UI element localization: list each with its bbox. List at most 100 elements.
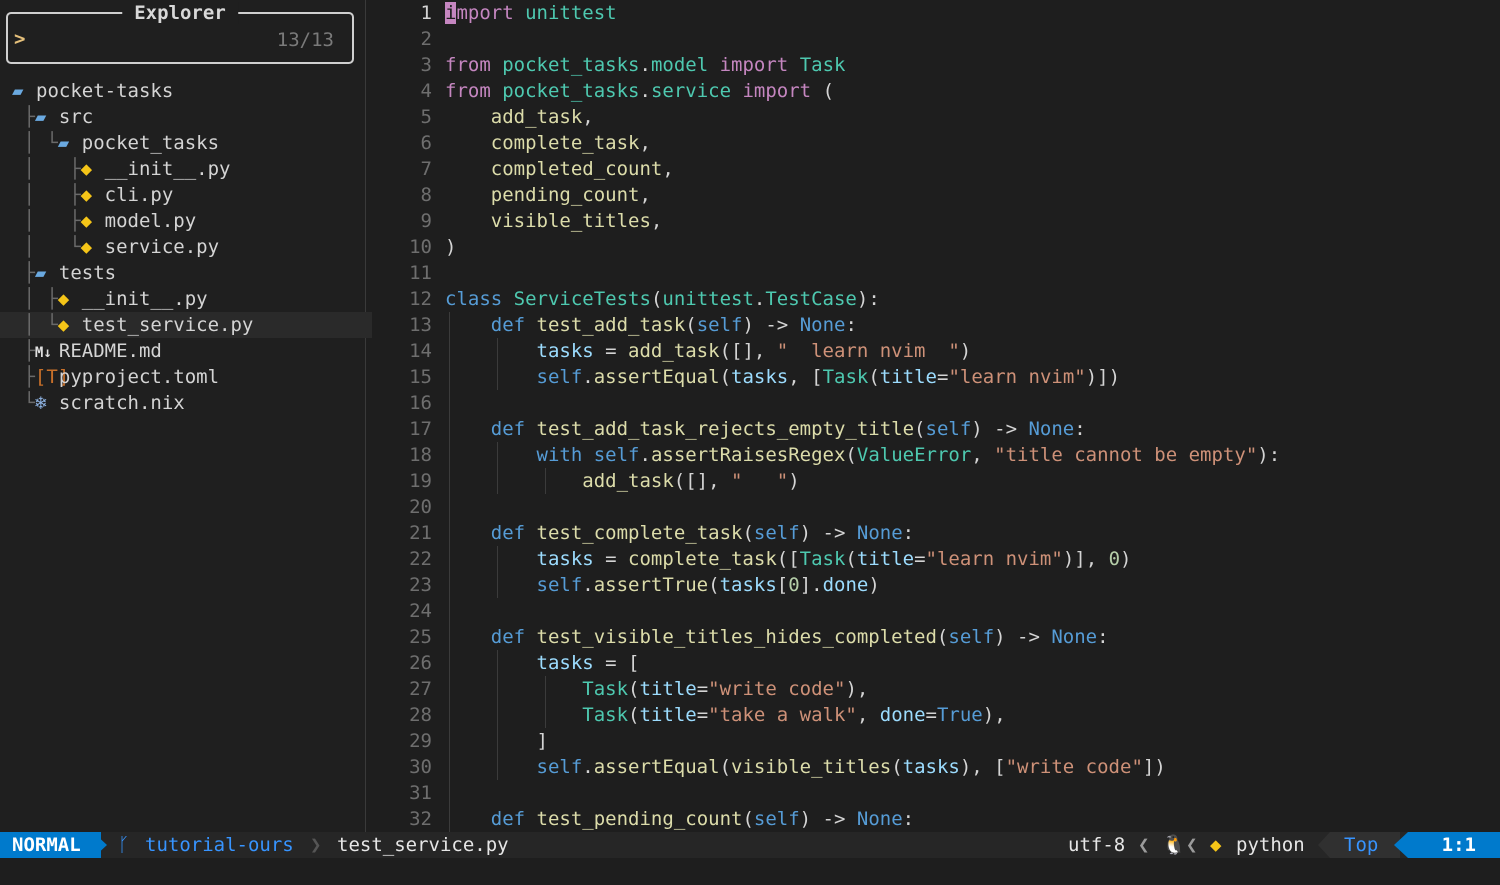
code-token: test_visible_titles_hides_completed bbox=[536, 626, 937, 648]
code-token: ( bbox=[936, 626, 949, 648]
code-line[interactable]: 5 add_task, bbox=[368, 104, 1500, 130]
code-token: mport bbox=[456, 2, 514, 24]
tree-item[interactable]: └❄ scratch.nix bbox=[0, 390, 365, 416]
code-line[interactable]: 19 add_task([], " ") bbox=[368, 468, 1500, 494]
code-line[interactable]: 26 tasks = [ bbox=[368, 650, 1500, 676]
code-token: None bbox=[799, 314, 846, 336]
chevron-right-icon: ❯ bbox=[310, 834, 322, 856]
code-token: , bbox=[662, 158, 674, 180]
code-token: def bbox=[490, 522, 526, 544]
code-token: , bbox=[971, 444, 995, 466]
nix-icon: ❄ bbox=[34, 392, 47, 414]
code-line[interactable]: 29 ] bbox=[368, 728, 1500, 754]
code-line[interactable]: 31 bbox=[368, 780, 1500, 806]
line-number: 17 bbox=[409, 418, 432, 440]
tree-item-label: model.py bbox=[104, 210, 197, 232]
tree-item[interactable]: ├[T]pyproject.toml bbox=[0, 364, 365, 390]
tree-guide: └ bbox=[12, 392, 35, 414]
tree-item[interactable]: │ └▰ pocket_tasks bbox=[0, 130, 365, 156]
tree-item[interactable]: │ ├◆ model.py bbox=[0, 208, 365, 234]
line-number: 24 bbox=[409, 600, 432, 622]
code-token: title bbox=[856, 548, 915, 570]
command-line[interactable] bbox=[0, 858, 1500, 885]
git-branch[interactable]: tutorial-ours bbox=[145, 832, 294, 858]
code-line[interactable]: 32 def test_pending_count(self) -> None: bbox=[368, 806, 1500, 832]
code-token: tasks bbox=[719, 574, 777, 596]
tree-item[interactable]: ├▰ tests bbox=[0, 260, 365, 286]
tree-item[interactable]: ├M↓ README.md bbox=[0, 338, 365, 364]
folder-icon: ▰ bbox=[12, 80, 24, 102]
tree-item[interactable]: │ └◆ test_service.py bbox=[0, 312, 372, 338]
code-token: Task bbox=[822, 366, 869, 388]
code-token: , bbox=[639, 184, 651, 206]
code-token: visible_titles bbox=[490, 210, 651, 232]
code-token: None bbox=[1051, 626, 1098, 648]
tree-guide: │ ├ bbox=[12, 158, 81, 180]
code-line[interactable]: 9 visible_titles, bbox=[368, 208, 1500, 234]
code-text: def test_visible_titles_hides_completed(… bbox=[445, 624, 1109, 650]
code-token: title bbox=[639, 704, 697, 726]
code-token: done bbox=[822, 574, 869, 596]
code-line[interactable]: 16 bbox=[368, 390, 1500, 416]
code-line[interactable]: 4 from pocket_tasks.service import ( bbox=[368, 78, 1500, 104]
code-token: test_add_task bbox=[536, 314, 686, 336]
code-token: ) bbox=[788, 470, 800, 492]
code-line[interactable]: 17 def test_add_task_rejects_empty_title… bbox=[368, 416, 1500, 442]
code-line[interactable]: 14 tasks = add_task([], " learn nvim ") bbox=[368, 338, 1500, 364]
tree-item-label: __init__.py bbox=[81, 288, 208, 310]
code-line[interactable]: 7 completed_count, bbox=[368, 156, 1500, 182]
code-line[interactable]: 21 def test_complete_task(self) -> None: bbox=[368, 520, 1500, 546]
code-text: pending_count, bbox=[445, 182, 651, 208]
code-line[interactable]: 15 self.assertEqual(tasks, [Task(title="… bbox=[368, 364, 1500, 390]
code-line[interactable]: 28 Task(title="take a walk", done=True), bbox=[368, 702, 1500, 728]
code-token: . bbox=[639, 444, 651, 466]
line-number: 32 bbox=[409, 808, 432, 830]
code-line[interactable]: 24 bbox=[368, 598, 1500, 624]
code-line[interactable]: 6 complete_task, bbox=[368, 130, 1500, 156]
code-token: tasks bbox=[536, 652, 594, 674]
code-line[interactable]: 1 import unittest bbox=[368, 0, 1500, 26]
code-line[interactable]: 23 self.assertTrue(tasks[0].done) bbox=[368, 572, 1500, 598]
code-line[interactable]: 13 def test_add_task(self) -> None: bbox=[368, 312, 1500, 338]
code-line[interactable]: 18 with self.assertRaisesRegex(ValueErro… bbox=[368, 442, 1500, 468]
code-token: from bbox=[445, 54, 491, 76]
code-token: test_pending_count bbox=[536, 808, 743, 830]
code-line[interactable]: 11 bbox=[368, 260, 1500, 286]
code-line[interactable]: 3 from pocket_tasks.model import Task bbox=[368, 52, 1500, 78]
line-number: 12 bbox=[409, 288, 432, 310]
code-token: "write code" bbox=[708, 678, 846, 700]
tree-item[interactable]: │ ├◆ __init__.py bbox=[0, 156, 365, 182]
code-line[interactable]: 20 bbox=[368, 494, 1500, 520]
code-token: Task bbox=[582, 704, 629, 726]
code-line[interactable]: 12 class ServiceTests(unittest.TestCase): bbox=[368, 286, 1500, 312]
code-token: "title cannot be empty" bbox=[994, 444, 1258, 466]
indent-guide bbox=[545, 676, 547, 728]
code-editor[interactable]: 1 import unittest 2 3 from pocket_tasks.mode… bbox=[368, 0, 1500, 832]
explorer-search-box[interactable]: Explorer > 13/13 bbox=[6, 2, 354, 64]
tree-item[interactable]: │ ├◆ cli.py bbox=[0, 182, 365, 208]
code-line[interactable]: 10) bbox=[368, 234, 1500, 260]
tree-item[interactable]: ▰ pocket-tasks bbox=[0, 78, 365, 104]
tree-item[interactable]: │ └◆ service.py bbox=[0, 234, 365, 260]
code-token: , bbox=[856, 704, 880, 726]
tree-item-label: README.md bbox=[58, 340, 162, 362]
code-token: : bbox=[902, 808, 915, 830]
line-number: 27 bbox=[409, 678, 432, 700]
tree-item[interactable]: │ ├◆ __init__.py bbox=[0, 286, 365, 312]
code-line[interactable]: 25 def test_visible_titles_hides_complet… bbox=[368, 624, 1500, 650]
line-number: 14 bbox=[409, 340, 432, 362]
code-token: add_task bbox=[490, 106, 583, 128]
code-line[interactable]: 27 Task(title="write code"), bbox=[368, 676, 1500, 702]
code-line[interactable]: 2 bbox=[368, 26, 1500, 52]
code-token: pending_count bbox=[490, 184, 640, 206]
code-line[interactable]: 22 tasks = complete_task([Task(title="le… bbox=[368, 546, 1500, 572]
code-token: def bbox=[490, 626, 526, 648]
code-line[interactable]: 30 self.assertEqual(visible_titles(tasks… bbox=[368, 754, 1500, 780]
code-token: self bbox=[536, 574, 583, 596]
code-line[interactable]: 8 pending_count, bbox=[368, 182, 1500, 208]
tree-item[interactable]: ├▰ src bbox=[0, 104, 365, 130]
